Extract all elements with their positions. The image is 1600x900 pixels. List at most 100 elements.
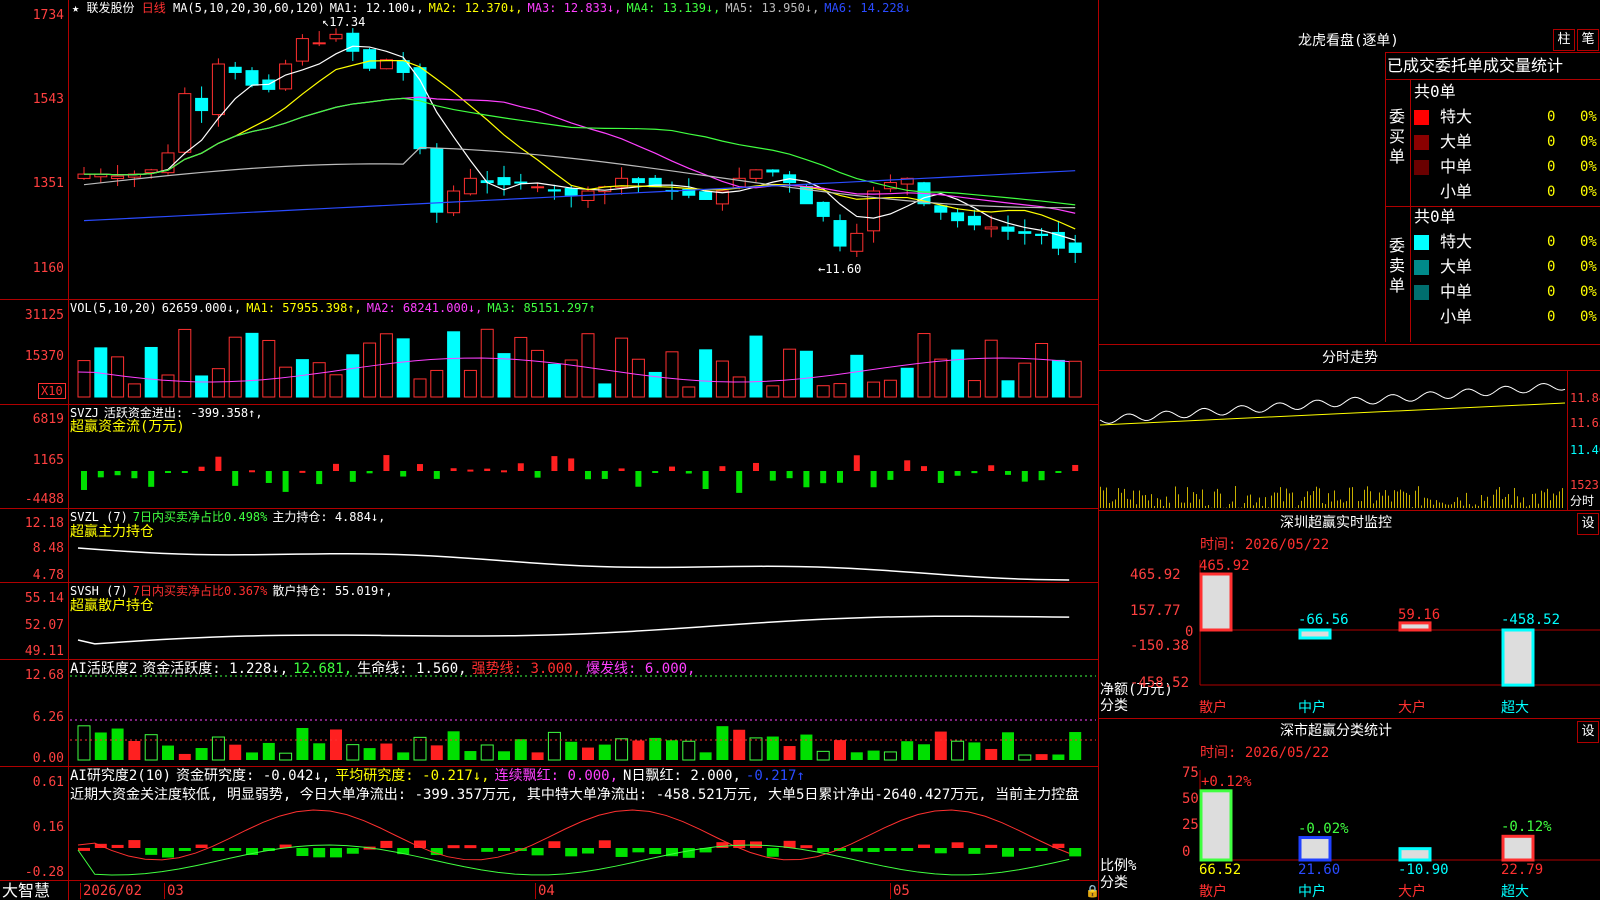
ai2-bar <box>867 848 880 852</box>
svzl-ytick: 8.48 <box>32 541 64 556</box>
kline-chart[interactable] <box>0 0 1098 299</box>
sc-bar <box>1199 789 1233 862</box>
fenshi-vol-bar <box>1340 499 1341 508</box>
ai1-bar <box>330 729 342 760</box>
fenshi-vol-bar <box>1388 495 1389 508</box>
fenshi-vol-bar <box>1208 505 1209 508</box>
vol-ma-line <box>77 357 1070 383</box>
ai2-bar <box>78 847 90 851</box>
ai1-bar <box>666 740 678 760</box>
order-size-label: 大单 <box>1440 257 1473 276</box>
sc-settings-button[interactable]: 设 <box>1577 721 1599 743</box>
vol-unit-badge: X10 <box>38 383 66 399</box>
max-price-label: ↖17.34 <box>322 15 366 29</box>
svzj-bar <box>148 471 155 487</box>
sz-bar <box>1199 572 1233 632</box>
order-size-label: 小单 <box>1440 307 1473 326</box>
svzj-bar <box>669 466 675 471</box>
svzl-item: SVZL (7) <box>70 510 128 524</box>
fenshi-vol-bar <box>1286 488 1287 508</box>
fenshi-vol-bar <box>1337 500 1338 508</box>
ai1-bar <box>464 751 477 760</box>
svzj-bar <box>97 471 104 478</box>
ai2-bar <box>447 845 460 849</box>
volume-bar <box>346 354 360 398</box>
fenshi-vol-bar <box>1229 503 1230 508</box>
fenshi-vol-bar <box>1328 493 1329 508</box>
ai2-bar <box>430 848 443 856</box>
lock-icon[interactable]: 🔒 <box>1085 884 1100 898</box>
lhkp-border <box>1385 52 1386 342</box>
svsh-item: 7日内买卖净占比0.367% <box>132 584 268 598</box>
ai1-item: 强势线: 3.000, <box>471 661 582 677</box>
svzj-bar <box>81 471 87 490</box>
svsh-ytick: 55.14 <box>24 591 64 606</box>
svzj-bar <box>165 471 171 473</box>
svzj-bar <box>820 471 827 484</box>
candle-body <box>1001 226 1015 232</box>
order-size-label: 中单 <box>1440 157 1473 176</box>
volume-bar <box>1035 343 1049 398</box>
tab-pen-button[interactable]: 笔 <box>1577 29 1599 51</box>
fenshi-vol-bar <box>1265 497 1266 508</box>
fenshi-vol-bar <box>1367 486 1368 508</box>
fenshi-vol-bar <box>1517 496 1518 508</box>
fenshi-vol-bar <box>1556 495 1557 508</box>
svsh-legend: SVSH (7) 7日内买卖净占比0.367% 散户持仓: 55.019↑, <box>70 584 398 598</box>
fenshi-vol-bar <box>1334 490 1335 508</box>
tab-bar-button[interactable]: 柱 <box>1553 29 1575 51</box>
fenshi-vol-bar <box>1319 488 1320 508</box>
buy-side-label: 委买单 <box>1389 107 1406 166</box>
fenshi-vol-bar <box>1316 486 1317 508</box>
ai1-bar <box>918 744 930 760</box>
sz-category: 超大 <box>1501 700 1529 716</box>
order-count: 0 <box>1547 134 1556 150</box>
fenshi-vol-bar <box>1307 491 1308 508</box>
sz-settings-button[interactable]: 设 <box>1577 513 1599 535</box>
ai2-bar <box>481 848 494 852</box>
ai2-bar <box>750 841 762 848</box>
divider-ai1-ai2 <box>0 766 1098 767</box>
ai2-bar <box>582 848 594 854</box>
sc-bar-bottom: 22.79 <box>1501 862 1544 878</box>
ai1-bar <box>733 729 746 760</box>
fenshi-vol-bar <box>1298 505 1299 508</box>
fenshi-vol-bar <box>1124 488 1125 508</box>
ai2-legend: AI研究度2(10) 资金研究度: -0.042↓, 平均研究度: -0.217↓,… <box>70 768 810 784</box>
candle-body <box>564 188 578 196</box>
ai2-bar <box>162 848 174 858</box>
svsh-item: SVSH (7) <box>70 584 128 598</box>
ai2-bar <box>850 848 863 852</box>
xaxis-label: 05 <box>890 883 910 899</box>
fenshi-vol-bar <box>1178 494 1179 508</box>
svzj-bar <box>316 471 323 485</box>
svzj-bar <box>232 471 239 486</box>
volume-bar <box>295 359 309 398</box>
fenshi-vol-bar <box>1394 490 1395 508</box>
ai1-bar <box>901 741 914 760</box>
fenshi-vol-bar <box>1175 486 1176 508</box>
svzj-bar <box>870 471 877 488</box>
sc-category: 超大 <box>1501 884 1529 900</box>
volume-bar <box>228 336 242 398</box>
fenshi-vol-bar <box>1463 505 1464 508</box>
svzj-bar <box>501 470 507 473</box>
order-color-swatch <box>1414 135 1429 150</box>
sz-category: 中户 <box>1298 700 1326 716</box>
fenshi-vol-bar <box>1475 504 1476 508</box>
ai2-bar <box>111 844 124 848</box>
volume-bar <box>816 385 830 398</box>
candle-body <box>766 169 780 173</box>
fenshi-vol-bar <box>1247 495 1248 508</box>
ai2-bar <box>968 848 981 854</box>
ai2-bar <box>649 848 662 855</box>
xaxis-label: 03 <box>164 883 184 899</box>
ai2-bar <box>464 845 477 849</box>
sz-bar <box>1398 621 1432 632</box>
fenshi-vol-bar <box>1166 496 1167 508</box>
ai1-legend: AI活跃度2 资金活跃度: 1.228↓, 12.681, 生命线: 1.560, 强势… <box>70 661 700 677</box>
order-pct: 0% <box>1580 134 1597 150</box>
fenshi-vol-bar <box>1511 504 1512 508</box>
fenshi-vol-bar <box>1253 505 1254 508</box>
ai1-bar <box>380 743 393 760</box>
